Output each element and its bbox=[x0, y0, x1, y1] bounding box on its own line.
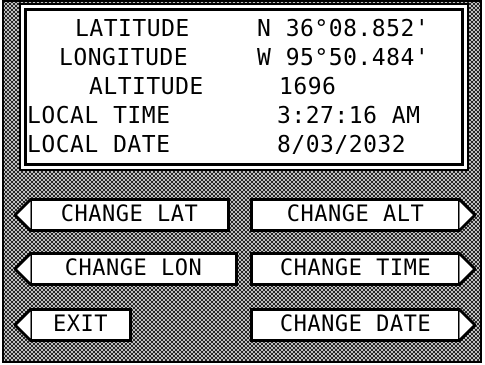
local-date-value: 8/03/2032 bbox=[277, 132, 407, 158]
local-time-row: LOCAL TIME 3:27:16 AM bbox=[27, 102, 461, 131]
change-time-label: CHANGE TIME bbox=[279, 256, 432, 281]
arrow-right-icon bbox=[458, 198, 476, 232]
altitude-label: ALTITUDE bbox=[89, 74, 204, 100]
local-time-label: LOCAL TIME bbox=[27, 103, 171, 129]
change-lat-button[interactable]: CHANGE LAT bbox=[14, 198, 230, 232]
latitude-label: LATITUDE bbox=[75, 16, 190, 42]
arrow-right-icon bbox=[458, 252, 476, 286]
change-date-button[interactable]: CHANGE DATE bbox=[250, 308, 476, 342]
altitude-value: 1696 bbox=[279, 74, 337, 100]
exit-button[interactable]: EXIT bbox=[14, 308, 132, 342]
change-alt-label: CHANGE ALT bbox=[286, 202, 425, 227]
latitude-row: LATITUDE N 36°08.852' bbox=[27, 15, 461, 44]
longitude-row: LONGITUDE W 95°50.484' bbox=[27, 44, 461, 73]
arrow-right-icon bbox=[458, 308, 476, 342]
change-lon-label: CHANGE LON bbox=[64, 256, 203, 281]
arrow-left-icon bbox=[14, 198, 32, 232]
arrow-left-icon bbox=[14, 252, 32, 286]
change-alt-button[interactable]: CHANGE ALT bbox=[250, 198, 476, 232]
change-time-button[interactable]: CHANGE TIME bbox=[250, 252, 476, 286]
gps-position-screen: LATITUDE N 36°08.852' LONGITUDE W 95°50.… bbox=[2, 0, 482, 363]
longitude-label: LONGITUDE bbox=[59, 45, 189, 71]
local-date-row: LOCAL DATE 8/03/2032 bbox=[27, 131, 461, 160]
local-time-value: 3:27:16 AM bbox=[277, 103, 421, 129]
position-info-panel: LATITUDE N 36°08.852' LONGITUDE W 95°50.… bbox=[24, 8, 464, 166]
exit-label: EXIT bbox=[53, 312, 108, 337]
longitude-value: W 95°50.484' bbox=[257, 45, 430, 71]
arrow-left-icon bbox=[14, 308, 32, 342]
altitude-row: ALTITUDE 1696 bbox=[27, 73, 461, 102]
change-date-label: CHANGE DATE bbox=[279, 312, 432, 337]
local-date-label: LOCAL DATE bbox=[27, 132, 171, 158]
change-lon-button[interactable]: CHANGE LON bbox=[14, 252, 238, 286]
change-lat-label: CHANGE LAT bbox=[60, 202, 199, 227]
latitude-value: N 36°08.852' bbox=[257, 16, 430, 42]
